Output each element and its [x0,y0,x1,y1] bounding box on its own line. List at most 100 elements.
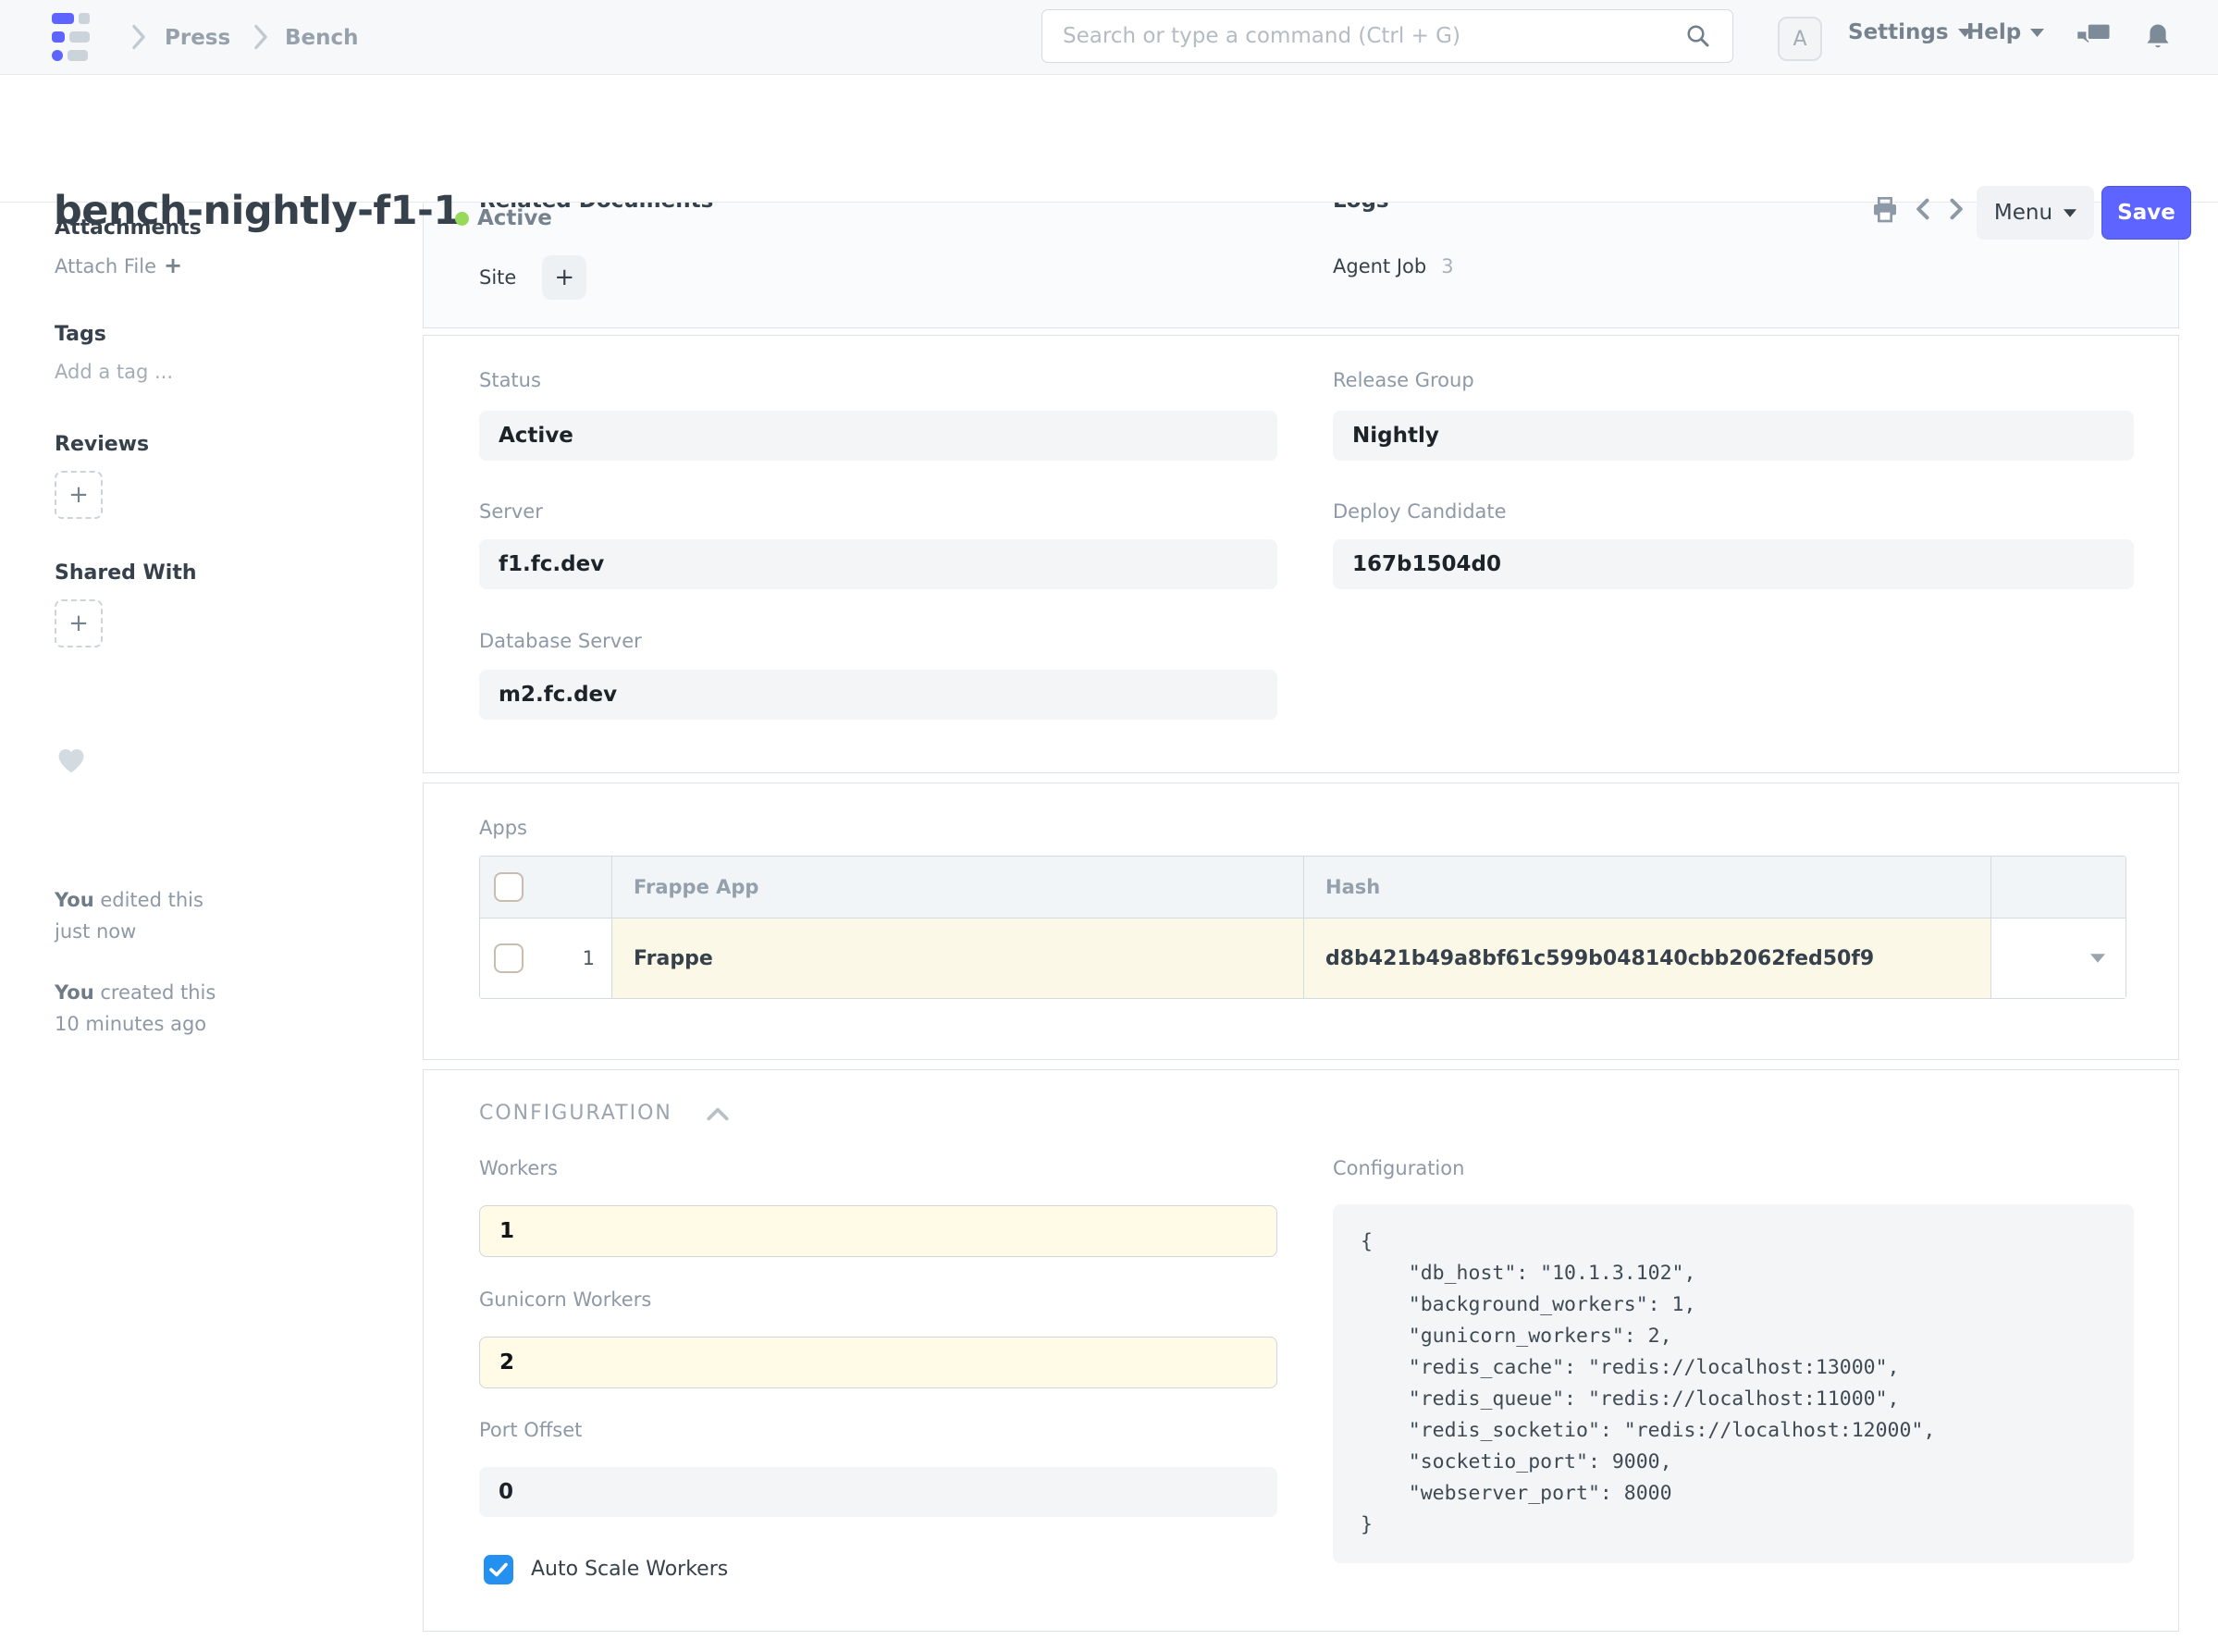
status-badge: Active [455,206,552,230]
activity-actor: You [55,889,94,911]
search-icon [1684,22,1712,50]
page-header: bench-nightly-f1-1 Active Menu Save [0,75,2218,203]
apps-table-header: Frappe App Hash [480,857,2126,918]
agent-job-count: 3 [1441,255,1453,277]
port-offset-label: Port Offset [479,1419,582,1441]
reviews-heading: Reviews [55,433,423,456]
configuration-section: CONFIGURATION Workers 1 Gunicorn Workers… [423,1069,2179,1632]
field-status[interactable]: Active [479,411,1277,461]
form-sidebar: Attachments Attach File+ Tags Add a tag … [0,202,423,1040]
logo-block [52,13,74,24]
form-body: Related Documents Site + Logs Agent Job … [423,202,2179,1632]
column-header-frappe-app: Frappe App [634,876,758,898]
port-offset-value: 0 [499,1480,513,1504]
avatar-letter: A [1793,28,1806,51]
field-value: Active [499,424,573,448]
chevron-down-icon [2064,209,2076,217]
notifications-bell-icon[interactable] [2144,22,2172,52]
field-value: Nightly [1352,424,1439,448]
field-database-server[interactable]: m2.fc.dev [479,670,1277,720]
add-tag-input[interactable]: Add a tag ... [55,361,423,383]
search-input[interactable]: Search or type a command (Ctrl + G) [1041,9,1733,63]
menu-button[interactable]: Menu [1977,186,2094,240]
add-share-button[interactable]: + [55,599,103,647]
logo-block [52,50,63,61]
help-menu[interactable]: Help [1966,20,2044,44]
details-section: Status Active Release Group Nightly Serv… [423,335,2179,773]
field-deploy-candidate[interactable]: 167b1504d0 [1333,539,2134,589]
breadcrumb-press[interactable]: Press [165,26,230,50]
add-review-button[interactable]: + [55,471,103,519]
cell-value: d8b421b49a8bf61c599b048140cbb2062fed50f9 [1325,947,1874,970]
plus-icon: + [68,481,89,509]
field-label-status: Status [479,369,541,391]
activity-action: created this [100,981,216,1004]
cell-value: Frappe [634,947,713,970]
row-checkbox[interactable] [494,943,524,973]
workers-value: 1 [499,1219,514,1243]
row-expand-caret-icon[interactable] [2090,954,2105,963]
collapse-chevron-up-icon [706,1106,730,1121]
attach-file-label: Attach File [55,255,156,277]
table-row: 1 Frappe d8b421b49a8bf61c599b048140cbb20… [480,918,2126,998]
field-release-group[interactable]: Nightly [1333,411,2134,461]
activity-entry: You created this 10 minutes ago [55,977,423,1040]
logo-block [69,31,90,43]
next-document-icon[interactable] [1942,195,1968,223]
like-heart-icon[interactable] [55,744,88,775]
settings-menu[interactable]: Settings [1848,20,1972,44]
help-label: Help [1966,20,2021,44]
activity-log: You edited this just now You created thi… [55,884,423,1040]
configuration-json-label: Configuration [1333,1157,1464,1179]
field-label-server: Server [479,500,543,523]
column-header-hash: Hash [1325,876,1380,898]
search-placeholder: Search or type a command (Ctrl + G) [1063,24,1684,48]
cell-hash[interactable]: d8b421b49a8bf61c599b048140cbb2062fed50f9 [1303,918,1990,998]
breadcrumb-bench[interactable]: Bench [285,26,359,50]
chat-icon[interactable] [2075,22,2113,54]
logo-block [68,50,88,61]
status-dot-icon [455,212,469,226]
menu-button-label: Menu [1994,201,2052,225]
activity-action: edited this [100,889,203,911]
app-logo-icon[interactable] [52,13,100,61]
attach-file-button[interactable]: Attach File+ [55,253,423,278]
gunicorn-workers-label: Gunicorn Workers [479,1288,651,1311]
logo-block [52,31,65,43]
configuration-json-editor[interactable]: { "db_host": "10.1.3.102", "background_w… [1333,1204,2134,1563]
agent-job-link[interactable]: Agent Job [1333,255,1426,277]
workers-label: Workers [479,1157,558,1179]
activity-time: just now [55,920,136,943]
apps-section: Apps Frappe App Hash 1 Frappe d8b421b49a… [423,783,2179,1060]
site-link[interactable]: Site [479,266,516,289]
checkmark-icon [489,1562,508,1577]
logs-heading: Logs [1333,202,1389,213]
auto-scale-workers-checkbox[interactable] [484,1555,513,1584]
save-button[interactable]: Save [2101,186,2191,240]
row-index: 1 [583,947,595,969]
field-value: 167b1504d0 [1352,552,1501,576]
select-all-checkbox[interactable] [494,872,524,902]
chevron-down-icon [2030,29,2044,37]
breadcrumb-chevron-icon [252,24,270,50]
activity-actor: You [55,981,94,1004]
prev-document-icon[interactable] [1911,195,1937,223]
configuration-section-heading: CONFIGURATION [479,1102,672,1125]
print-icon[interactable] [1870,195,1900,225]
activity-entry: You edited this just now [55,884,423,947]
field-label-database-server: Database Server [479,630,642,652]
activity-time: 10 minutes ago [55,1013,206,1035]
workers-input[interactable]: 1 [479,1205,1277,1257]
avatar[interactable]: A [1778,17,1822,61]
field-server[interactable]: f1.fc.dev [479,539,1277,589]
new-site-button[interactable]: + [542,255,586,300]
breadcrumb-chevron-icon [129,24,148,50]
auto-scale-workers-label: Auto Scale Workers [531,1558,728,1581]
plus-icon: + [554,264,574,291]
port-offset-field[interactable]: 0 [479,1467,1277,1517]
cell-frappe-app[interactable]: Frappe [611,918,1303,998]
settings-label: Settings [1848,20,1949,44]
configuration-section-toggle[interactable]: CONFIGURATION [479,1102,730,1125]
page-title: bench-nightly-f1-1 [54,188,461,234]
gunicorn-workers-input[interactable]: 2 [479,1337,1277,1388]
